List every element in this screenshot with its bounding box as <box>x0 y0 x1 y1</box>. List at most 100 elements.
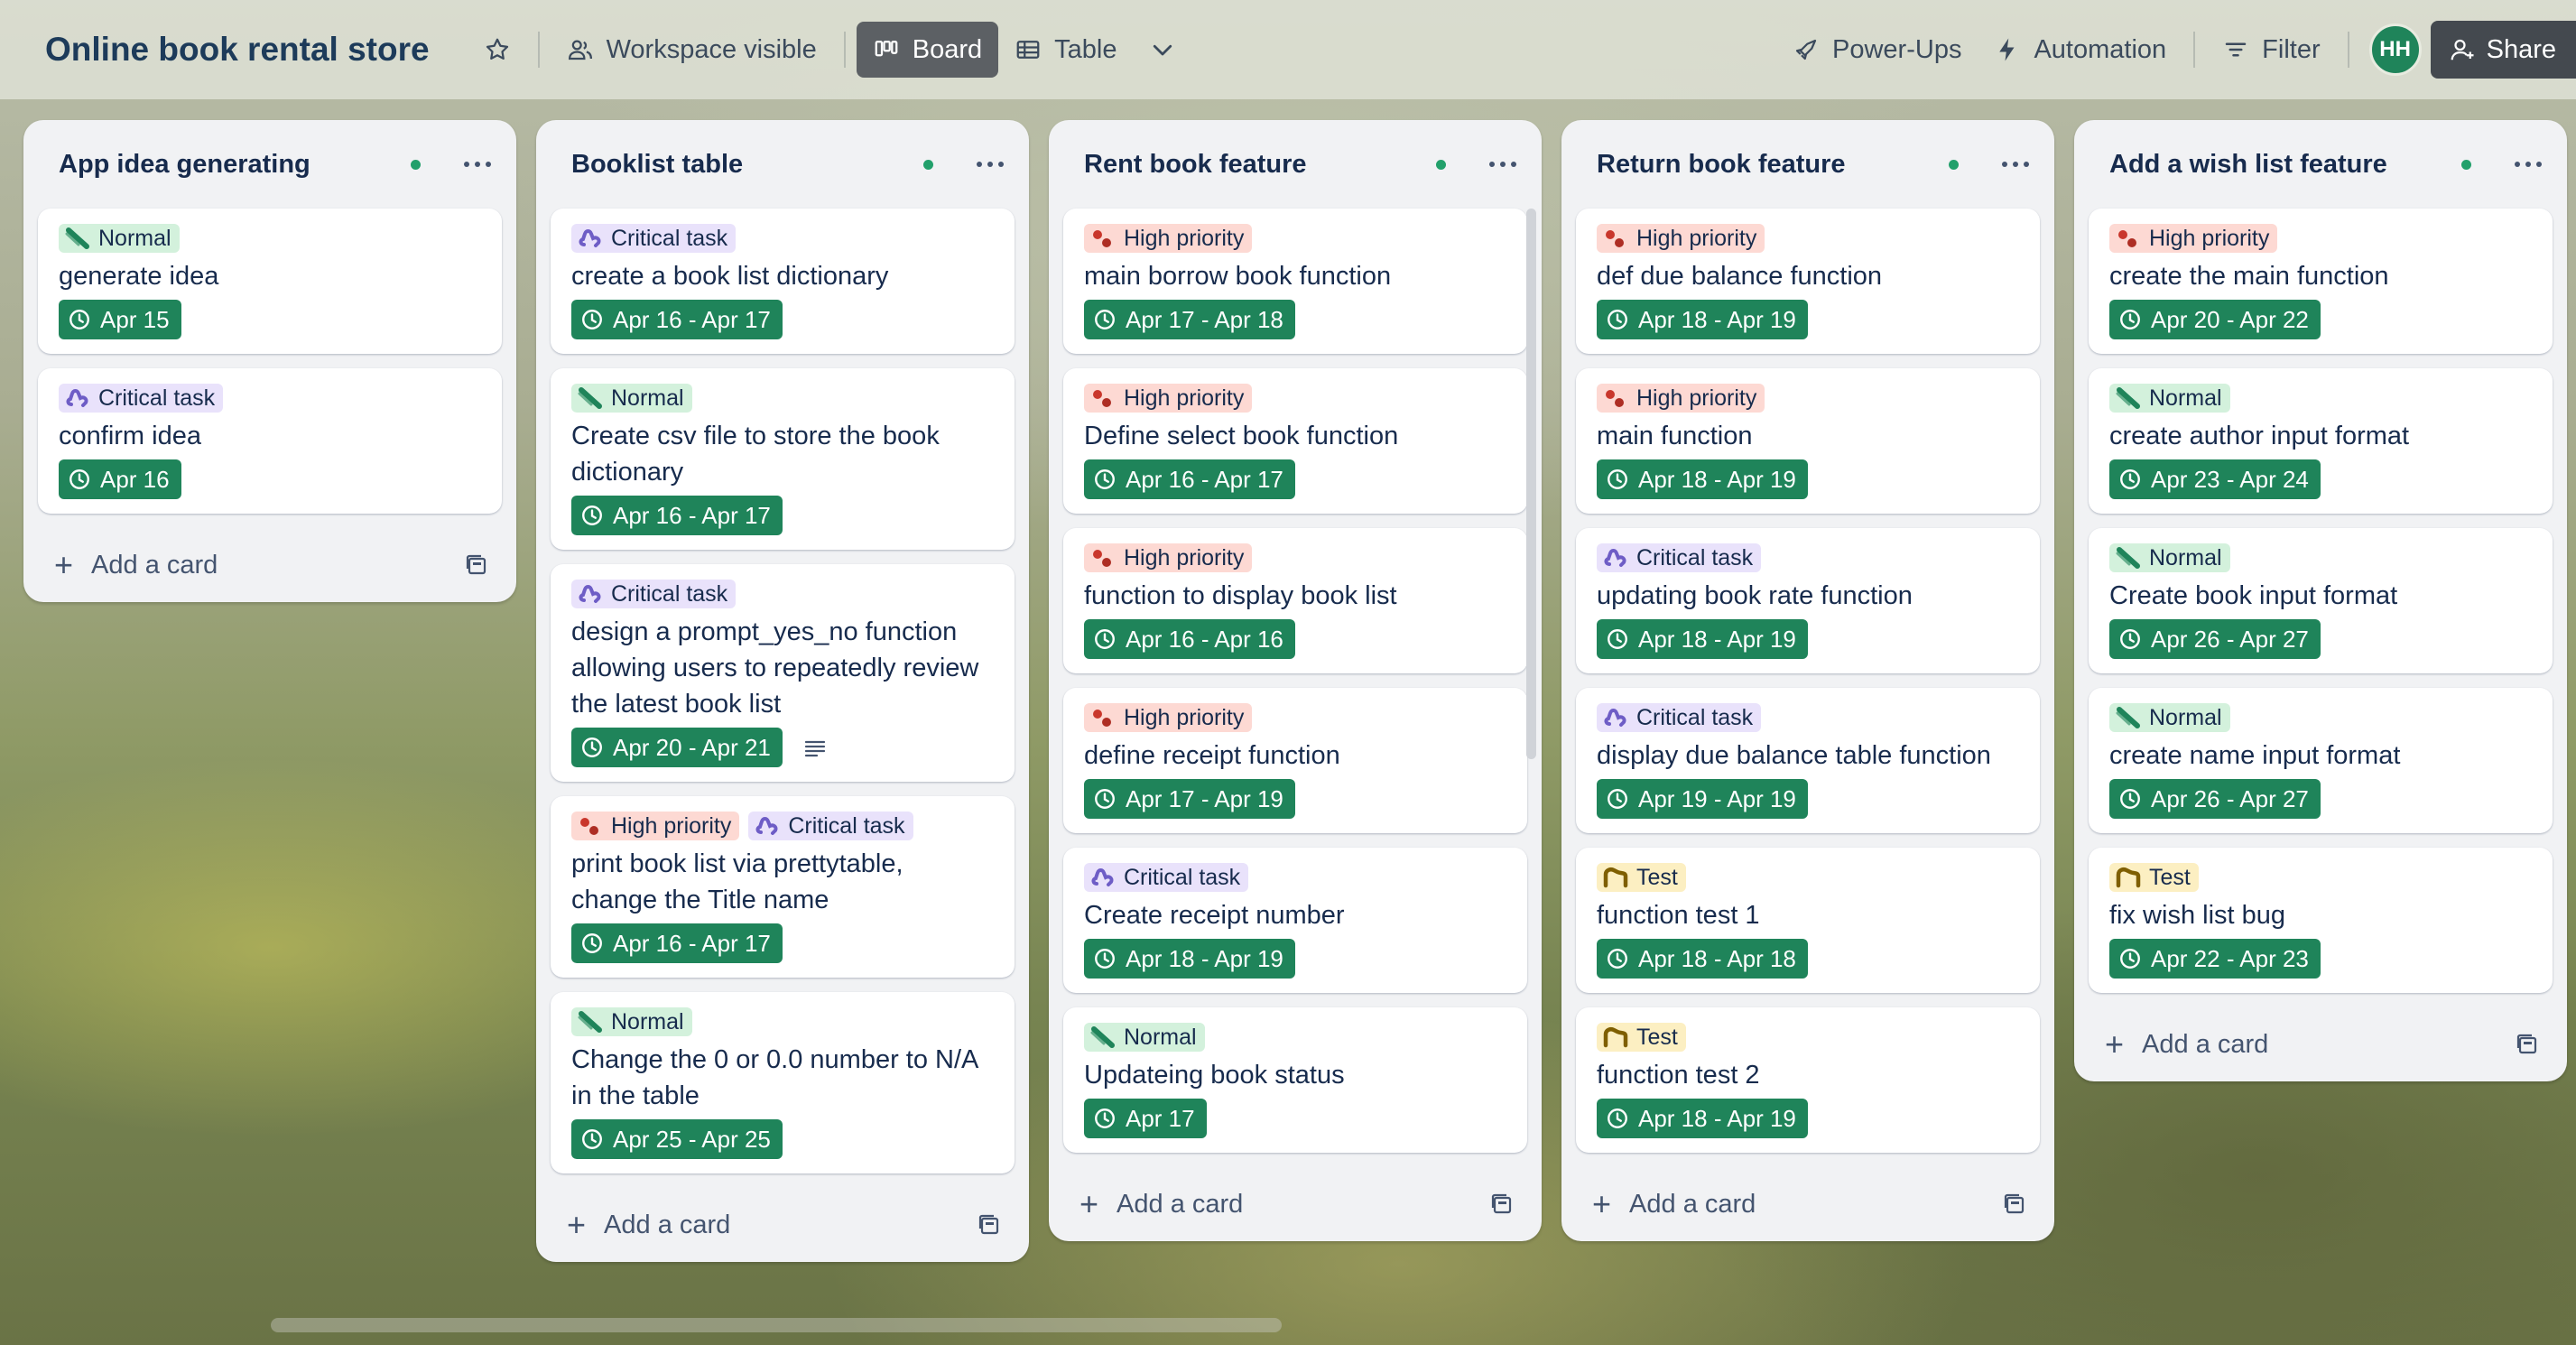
board-view-tab[interactable]: Board <box>856 22 999 78</box>
list-title[interactable]: Add a wish list feature <box>2109 150 2461 180</box>
list-title[interactable]: Return book feature <box>1597 150 1949 180</box>
more-options-icon[interactable] <box>2515 160 2542 169</box>
card[interactable]: Normal Change the 0 or 0.0 number to N/A … <box>551 992 1015 1173</box>
card[interactable]: High priority Define select book function… <box>1063 368 1527 514</box>
list-title[interactable]: App idea generating <box>59 150 411 180</box>
card[interactable]: High priority Critical task print book lis… <box>551 796 1015 978</box>
template-icon[interactable] <box>2515 1032 2540 1057</box>
label-high[interactable]: High priority <box>1084 703 1253 732</box>
add-card-button[interactable]: Add a card <box>1629 1190 2002 1220</box>
due-date-badge[interactable]: Apr 18 - Apr 19 <box>1597 619 1808 659</box>
card[interactable]: Test function test 2 Apr 18 - Apr 19 <box>1576 1007 2040 1153</box>
board-title[interactable]: Online book rental store <box>45 31 430 69</box>
label-normal[interactable]: Normal <box>59 224 180 253</box>
label-high[interactable]: High priority <box>2109 224 2278 253</box>
workspace-visible-button[interactable]: Workspace visible <box>551 22 833 78</box>
plus-icon[interactable]: + <box>1080 1188 1098 1220</box>
plus-icon[interactable]: + <box>54 549 73 581</box>
due-date-badge[interactable]: Apr 18 - Apr 19 <box>1597 300 1808 339</box>
list-scrollbar[interactable] <box>1526 209 1536 759</box>
card[interactable]: Normal generate idea Apr 15 <box>38 209 502 354</box>
label-high[interactable]: High priority <box>1597 224 1765 253</box>
share-button[interactable]: Share <box>2430 21 2576 79</box>
label-normal[interactable]: Normal <box>2109 384 2230 413</box>
card[interactable]: High priority create the main function Apr… <box>2089 209 2553 354</box>
due-date-badge[interactable]: Apr 17 - Apr 18 <box>1084 300 1295 339</box>
label-critical[interactable]: Critical task <box>1084 863 1249 892</box>
card[interactable]: Normal Updateing book status Apr 17 <box>1063 1007 1527 1153</box>
due-date-badge[interactable]: Apr 17 - Apr 19 <box>1084 779 1295 819</box>
due-date-badge[interactable]: Apr 18 - Apr 19 <box>1084 939 1295 979</box>
more-options-icon[interactable] <box>464 160 491 169</box>
power-ups-button[interactable]: Power-Ups <box>1776 22 1978 78</box>
card[interactable]: Normal create author input format Apr 23 -… <box>2089 368 2553 514</box>
due-date-badge[interactable]: Apr 22 - Apr 23 <box>2109 939 2321 979</box>
views-dropdown-button[interactable] <box>1133 22 1192 78</box>
card[interactable]: Critical task create a book list dictiona… <box>551 209 1015 354</box>
label-normal[interactable]: Normal <box>2109 543 2230 572</box>
add-card-button[interactable]: Add a card <box>1117 1190 1489 1220</box>
label-critical[interactable]: Critical task <box>748 812 913 840</box>
label-critical[interactable]: Critical task <box>1597 703 1762 732</box>
table-view-tab[interactable]: Table <box>998 22 1133 78</box>
template-icon[interactable] <box>464 552 489 578</box>
label-critical[interactable]: Critical task <box>59 384 224 413</box>
due-date-badge[interactable]: Apr 15 <box>59 300 181 339</box>
add-card-button[interactable]: Add a card <box>2142 1030 2515 1060</box>
card[interactable]: High priority main function Apr 18 - Apr 1… <box>1576 368 2040 514</box>
due-date-badge[interactable]: Apr 16 - Apr 17 <box>571 923 783 963</box>
card[interactable]: High priority define receipt function Apr … <box>1063 688 1527 833</box>
card[interactable]: Test fix wish list bug Apr 22 - Apr 23 <box>2089 848 2553 993</box>
card[interactable]: High priority function to display book li… <box>1063 528 1527 673</box>
label-critical[interactable]: Critical task <box>571 224 737 253</box>
label-normal[interactable]: Normal <box>571 1007 692 1036</box>
due-date-badge[interactable]: Apr 19 - Apr 19 <box>1597 779 1808 819</box>
due-date-badge[interactable]: Apr 17 <box>1084 1099 1207 1138</box>
card[interactable]: Critical task design a prompt_yes_no func… <box>551 564 1015 782</box>
label-test[interactable]: Test <box>2109 863 2199 892</box>
card[interactable]: Normal Create book input format Apr 26 - A… <box>2089 528 2553 673</box>
star-button[interactable] <box>468 22 527 78</box>
more-options-icon[interactable] <box>977 160 1004 169</box>
card[interactable]: High priority def due balance function Apr… <box>1576 209 2040 354</box>
plus-icon[interactable]: + <box>1592 1188 1611 1220</box>
due-date-badge[interactable]: Apr 16 <box>59 459 181 499</box>
card[interactable]: Normal Create csv file to store the book … <box>551 368 1015 550</box>
avatar[interactable]: HH <box>2368 23 2422 76</box>
label-normal[interactable]: Normal <box>571 384 692 413</box>
label-critical[interactable]: Critical task <box>1597 543 1762 572</box>
due-date-badge[interactable]: Apr 18 - Apr 18 <box>1597 939 1808 979</box>
label-test[interactable]: Test <box>1597 863 1686 892</box>
automation-button[interactable]: Automation <box>1978 22 2182 78</box>
due-date-badge[interactable]: Apr 20 - Apr 22 <box>2109 300 2321 339</box>
filter-button[interactable]: Filter <box>2206 22 2336 78</box>
template-icon[interactable] <box>977 1212 1002 1238</box>
card[interactable]: High priority main borrow book function Ap… <box>1063 209 1527 354</box>
card[interactable]: Critical task confirm idea Apr 16 <box>38 368 502 514</box>
plus-icon[interactable]: + <box>567 1209 586 1241</box>
more-options-icon[interactable] <box>1489 160 1516 169</box>
card[interactable]: Normal create name input format Apr 26 - A… <box>2089 688 2553 833</box>
card[interactable]: Test function test 1 Apr 18 - Apr 18 <box>1576 848 2040 993</box>
due-date-badge[interactable]: Apr 16 - Apr 16 <box>1084 619 1295 659</box>
horizontal-scrollbar[interactable] <box>271 1318 1282 1332</box>
due-date-badge[interactable]: Apr 23 - Apr 24 <box>2109 459 2321 499</box>
plus-icon[interactable]: + <box>2105 1028 2124 1061</box>
label-normal[interactable]: Normal <box>1084 1023 1205 1052</box>
due-date-badge[interactable]: Apr 18 - Apr 19 <box>1597 1099 1808 1138</box>
due-date-badge[interactable]: Apr 16 - Apr 17 <box>571 300 783 339</box>
label-test[interactable]: Test <box>1597 1023 1686 1052</box>
add-card-button[interactable]: Add a card <box>91 551 464 580</box>
card[interactable]: Critical task Create receipt number Apr 18… <box>1063 848 1527 993</box>
label-high[interactable]: High priority <box>1084 543 1253 572</box>
more-options-icon[interactable] <box>2002 160 2029 169</box>
add-card-button[interactable]: Add a card <box>604 1210 977 1240</box>
label-high[interactable]: High priority <box>571 812 740 840</box>
due-date-badge[interactable]: Apr 25 - Apr 25 <box>571 1119 783 1159</box>
label-high[interactable]: High priority <box>1084 224 1253 253</box>
due-date-badge[interactable]: Apr 20 - Apr 21 <box>571 728 783 767</box>
card[interactable]: Critical task updating book rate function… <box>1576 528 2040 673</box>
label-critical[interactable]: Critical task <box>571 580 737 608</box>
label-normal[interactable]: Normal <box>2109 703 2230 732</box>
due-date-badge[interactable]: Apr 26 - Apr 27 <box>2109 779 2321 819</box>
